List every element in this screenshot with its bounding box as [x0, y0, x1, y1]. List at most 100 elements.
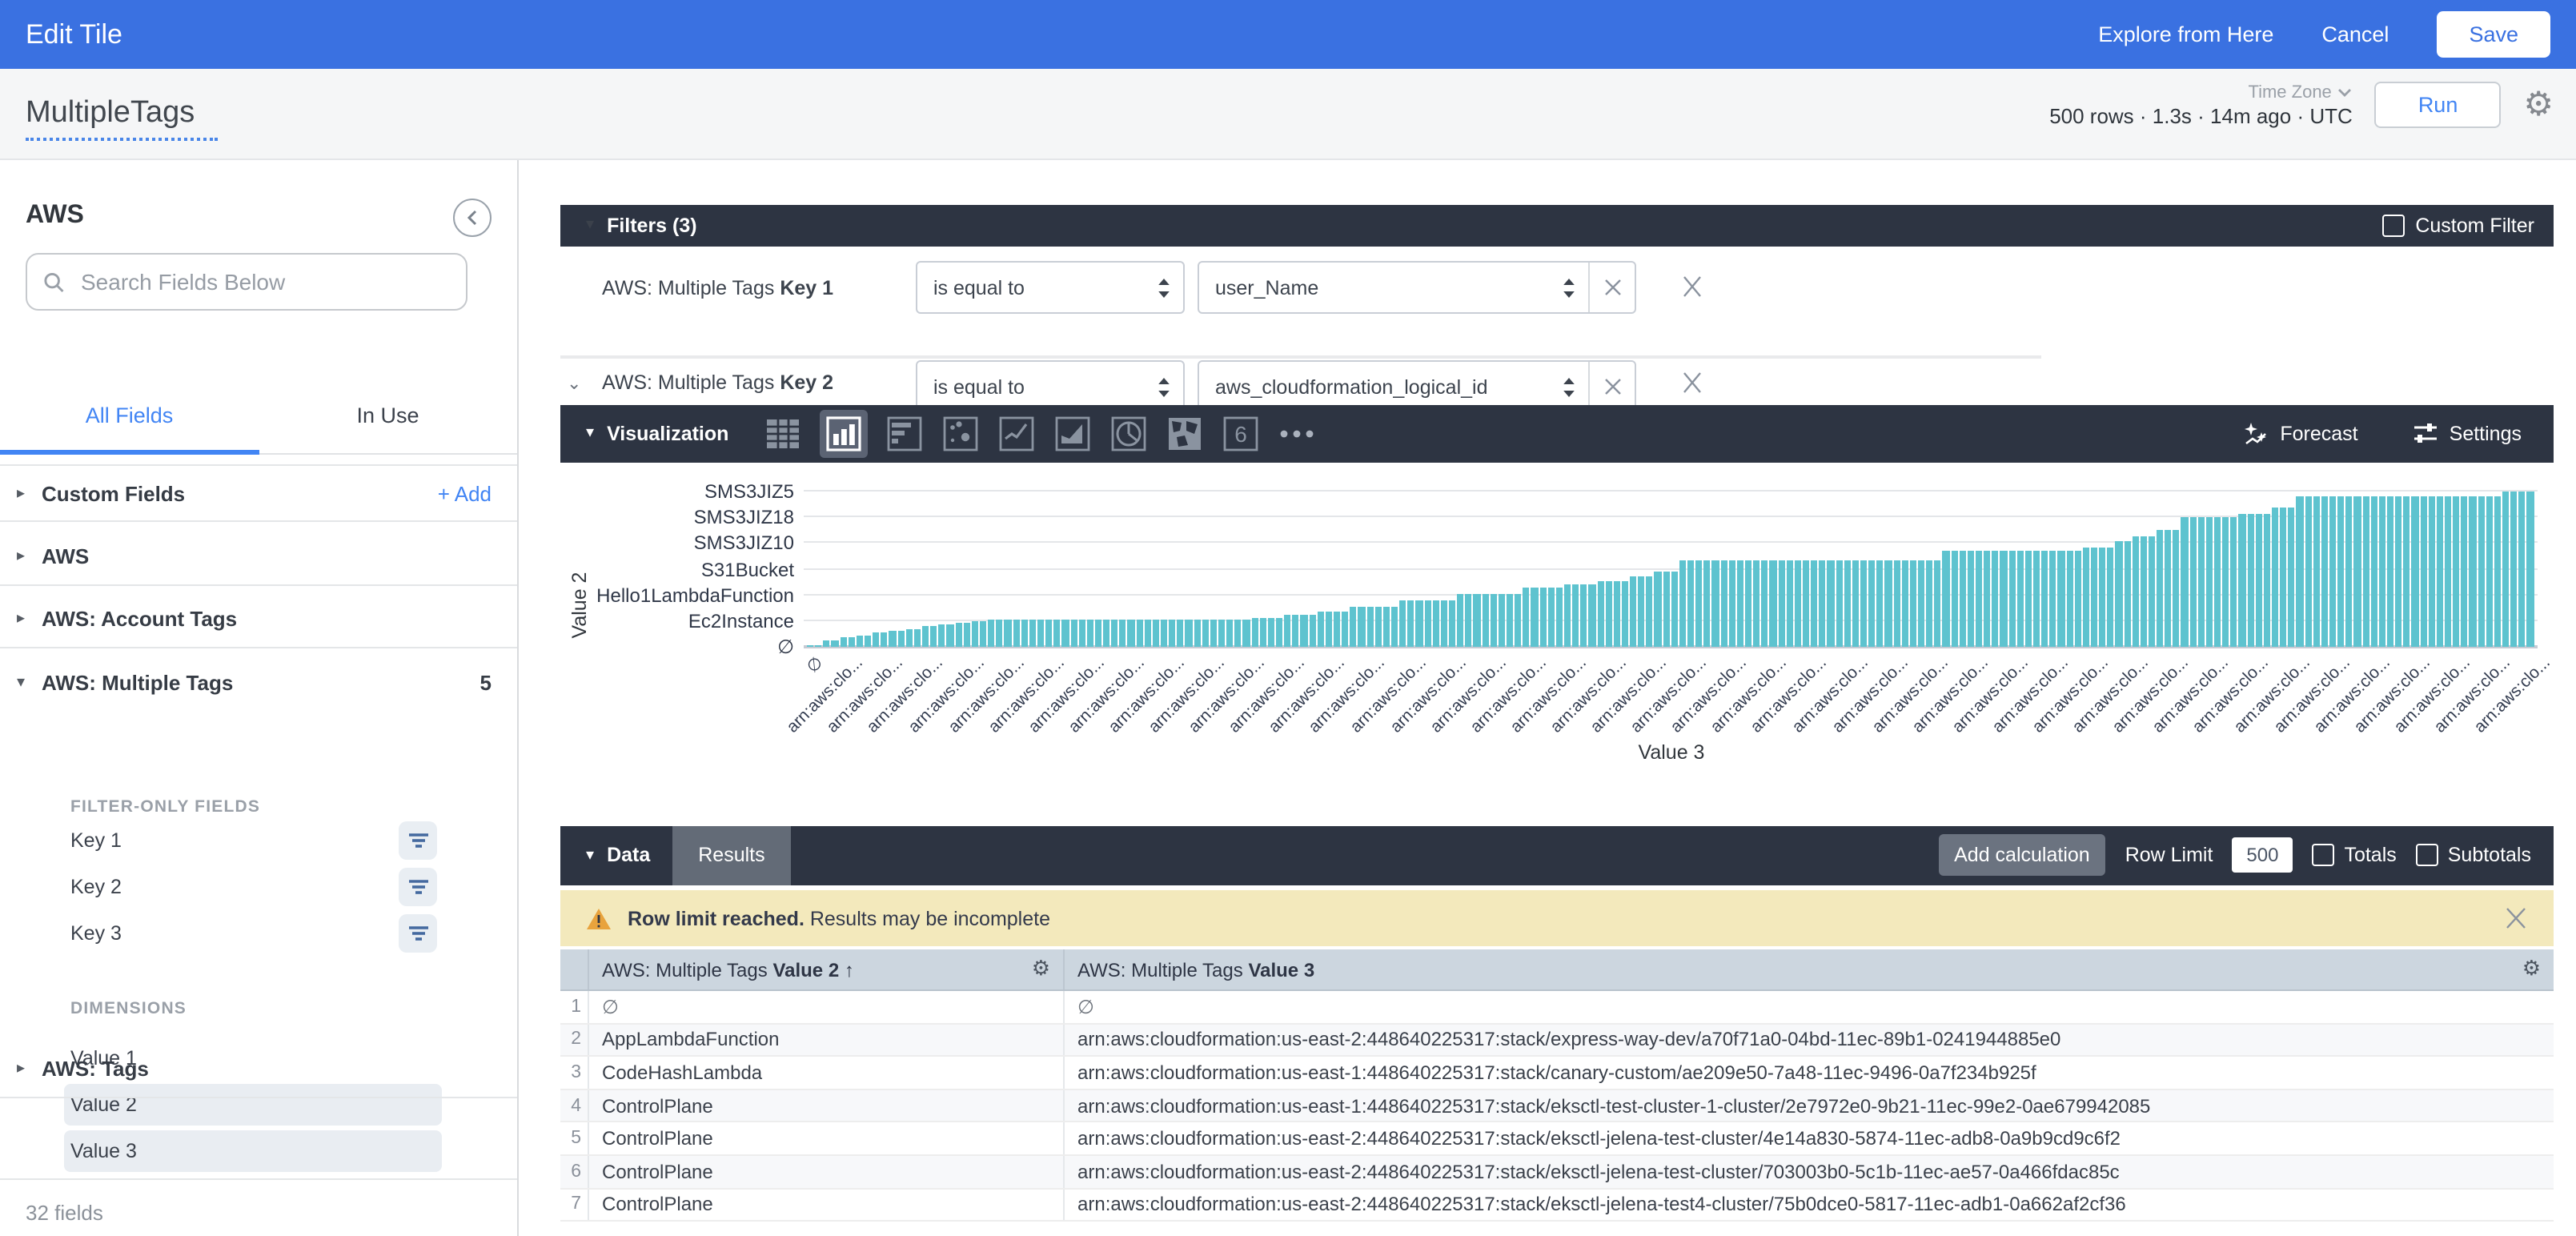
totals-checkbox[interactable] — [2312, 845, 2334, 867]
column-gear-icon[interactable]: ⚙ — [2522, 957, 2541, 981]
cell-value2[interactable]: ControlPlane — [589, 1123, 1065, 1154]
cell-value2[interactable]: AppLambdaFunction — [589, 1024, 1065, 1055]
pie-chart-icon[interactable] — [1109, 415, 1148, 453]
search-input[interactable] — [78, 267, 450, 296]
visualization-header-bar[interactable]: ▾ Visualization — [560, 404, 2554, 463]
cell-value2[interactable]: CodeHashLambda — [589, 1057, 1065, 1088]
save-button[interactable]: Save — [2437, 11, 2550, 58]
filter-by-field-button[interactable] — [399, 821, 437, 860]
tab-in-use[interactable]: In Use — [259, 403, 517, 427]
bar-chart-icon[interactable] — [885, 415, 924, 453]
filter-value-select[interactable]: aws_cloudformation_logical_id — [1198, 360, 1636, 404]
filter-value-select[interactable]: user_Name — [1198, 261, 1636, 314]
sidebar-field-value-3[interactable]: Value 3 — [64, 1130, 442, 1172]
timezone-selector[interactable]: Time Zone — [2248, 82, 2352, 102]
tab-all-fields[interactable]: All Fields — [0, 403, 259, 427]
tab-results[interactable]: Results — [672, 826, 790, 885]
chart-bar — [1729, 560, 1735, 647]
area-chart-icon[interactable] — [1053, 415, 1092, 453]
column-chart-icon-selected[interactable] — [820, 410, 868, 458]
data-header-bar[interactable]: ▾ Data Results Add calculation Row Limit… — [560, 826, 2554, 885]
single-value-chart-icon[interactable]: 6 — [1222, 415, 1260, 453]
cell-value2[interactable]: ∅ — [589, 991, 1065, 1022]
clear-value-button[interactable] — [1588, 362, 1635, 404]
chart-bar — [1959, 551, 1965, 647]
table-chart-icon[interactable] — [764, 415, 802, 453]
clear-value-button[interactable] — [1588, 263, 1635, 312]
chart-bar — [2074, 551, 2080, 647]
cell-value3[interactable]: arn:aws:cloudformation:us-east-1:4486402… — [1065, 1057, 2554, 1088]
sidebar-item-aws-tags[interactable]: ▸ AWS: Tags — [0, 1041, 517, 1098]
chart-bar — [2387, 496, 2393, 647]
column-gear-icon[interactable]: ⚙ — [1032, 957, 1050, 981]
remove-filter-button[interactable] — [1681, 371, 1707, 397]
chart-bar — [2354, 496, 2361, 647]
remove-filter-button[interactable] — [1681, 275, 1707, 301]
row-limit-input[interactable] — [2232, 838, 2293, 873]
cell-value3[interactable]: arn:aws:cloudformation:us-east-2:4486402… — [1065, 1123, 2554, 1154]
table-row[interactable]: 2AppLambdaFunctionarn:aws:cloudformation… — [560, 1024, 2554, 1057]
cell-value3[interactable]: arn:aws:cloudformation:us-east-1:4486402… — [1065, 1090, 2554, 1122]
line-chart-icon[interactable] — [997, 415, 1036, 453]
totals-toggle[interactable]: Totals — [2312, 845, 2396, 867]
table-row[interactable]: 7ControlPlanearn:aws:cloudformation:us-e… — [560, 1189, 2554, 1222]
chevron-down-icon[interactable]: ⌄ — [567, 373, 581, 394]
cell-value3[interactable]: arn:aws:cloudformation:us-east-2:4486402… — [1065, 1189, 2554, 1220]
sidebar-field-key-1[interactable]: Key 1 — [64, 820, 442, 861]
custom-filter-checkbox[interactable] — [2381, 215, 2404, 237]
forecast-button[interactable]: Forecast — [2243, 421, 2357, 447]
caret-right-icon: ▸ — [0, 484, 42, 502]
column-header-value3[interactable]: AWS: Multiple Tags Value 3 ⚙ — [1065, 949, 2554, 989]
field-count-badge: 5 — [480, 670, 492, 694]
data-title: Data — [607, 845, 650, 867]
dimensions-header: DIMENSIONS — [70, 999, 187, 1018]
filter-operator-select[interactable]: is equal to — [916, 360, 1185, 404]
sidebar-collapse-button[interactable] — [453, 199, 492, 237]
map-chart-icon[interactable] — [1166, 415, 1204, 453]
settings-button[interactable]: Settings — [2413, 421, 2522, 447]
y-axis-tick-label: SMS3JIZ5 — [704, 480, 794, 503]
cancel-link[interactable]: Cancel — [2321, 22, 2389, 46]
subtotals-toggle[interactable]: Subtotals — [2416, 845, 2531, 867]
table-row[interactable]: 3CodeHashLambdaarn:aws:cloudformation:us… — [560, 1057, 2554, 1090]
add-custom-field-button[interactable]: + Add — [438, 481, 492, 505]
chart-bar — [1877, 560, 1884, 647]
chart-bar — [2000, 551, 2007, 647]
cell-value3[interactable]: ∅ — [1065, 991, 2554, 1022]
filter-by-field-button[interactable] — [399, 914, 437, 953]
filter-by-field-button[interactable] — [399, 868, 437, 906]
sidebar-field-key-2[interactable]: Key 2 — [64, 866, 442, 908]
more-chart-types-icon[interactable] — [1278, 415, 1316, 453]
cell-value2[interactable]: ControlPlane — [589, 1090, 1065, 1122]
table-row[interactable]: 4ControlPlanearn:aws:cloudformation:us-e… — [560, 1090, 2554, 1123]
query-settings-gear-icon[interactable]: ⚙ — [2523, 88, 2554, 122]
sidebar-field-key-3[interactable]: Key 3 — [64, 913, 442, 954]
table-row[interactable]: 1∅∅ — [560, 991, 2554, 1024]
explore-from-here-link[interactable]: Explore from Here — [2098, 22, 2273, 46]
dismiss-warning-button[interactable] — [2504, 906, 2528, 930]
page-title: Edit Tile — [26, 18, 122, 50]
scatter-chart-icon[interactable] — [941, 415, 980, 453]
sidebar-item-custom-fields[interactable]: ▸ Custom Fields + Add — [0, 464, 517, 522]
sidebar-item-aws[interactable]: ▸ AWS — [0, 528, 517, 586]
table-row[interactable]: 5ControlPlanearn:aws:cloudformation:us-e… — [560, 1123, 2554, 1156]
sidebar-item-aws-account-tags[interactable]: ▸ AWS: Account Tags — [0, 591, 517, 648]
column-header-value2[interactable]: AWS: Multiple Tags Value 2 ↑ ⚙ — [589, 949, 1065, 989]
add-calculation-button[interactable]: Add calculation — [1938, 835, 2106, 877]
table-row[interactable]: 6ControlPlanearn:aws:cloudformation:us-e… — [560, 1156, 2554, 1189]
cell-value2[interactable]: ControlPlane — [589, 1189, 1065, 1220]
cell-value2[interactable]: ControlPlane — [589, 1156, 1065, 1187]
filter-operator-select[interactable]: is equal to — [916, 261, 1185, 314]
y-axis-tick-label: Hello1LambdaFunction — [596, 584, 794, 606]
cell-value3[interactable]: arn:aws:cloudformation:us-east-2:4486402… — [1065, 1156, 2554, 1187]
run-button[interactable]: Run — [2375, 82, 2502, 128]
sidebar-item-aws-multiple-tags[interactable]: ▾ AWS: Multiple Tags 5 — [0, 653, 517, 711]
chart-bar — [857, 635, 863, 647]
chevron-left-icon — [466, 210, 479, 226]
subtotals-checkbox[interactable] — [2416, 845, 2438, 867]
chart-bar — [1268, 618, 1274, 647]
filters-panel: ▾ Filters (3) Custom Filter AWS: Multipl… — [560, 205, 2554, 404]
query-title[interactable]: MultipleTags — [26, 96, 217, 141]
cell-value3[interactable]: arn:aws:cloudformation:us-east-2:4486402… — [1065, 1024, 2554, 1055]
filters-header-bar[interactable]: ▾ Filters (3) Custom Filter — [560, 205, 2554, 246]
